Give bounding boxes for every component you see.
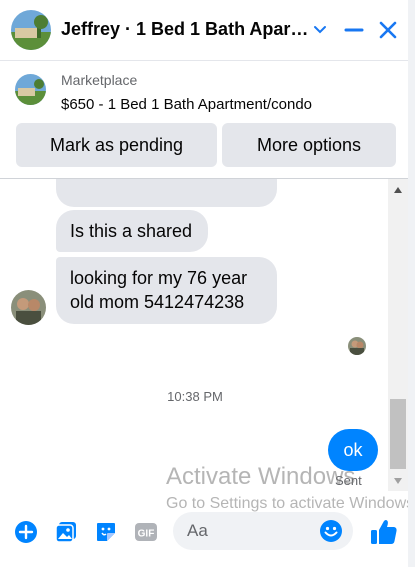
previous-message-bubble xyxy=(56,179,277,207)
mark-as-pending-button[interactable]: Mark as pending xyxy=(16,123,217,167)
chat-window: Jeffrey · 1 Bed 1 Bath Apart... Marketpl… xyxy=(0,0,415,567)
scroll-up-icon[interactable] xyxy=(388,183,408,197)
svg-text:GIF: GIF xyxy=(138,529,155,540)
window-edge xyxy=(408,0,415,567)
delivery-status: Sent xyxy=(335,473,362,488)
listing-title[interactable]: $650 - 1 Bed 1 Bath Apartment/condo xyxy=(61,96,312,113)
gif-icon[interactable]: GIF xyxy=(133,519,159,545)
emoji-icon[interactable] xyxy=(318,518,344,544)
incoming-message: Is this a shared xyxy=(56,210,208,252)
outgoing-message: ok xyxy=(328,429,378,471)
like-icon[interactable] xyxy=(369,517,399,547)
scroll-thumb[interactable] xyxy=(390,399,406,469)
more-options-button[interactable]: More options xyxy=(222,123,396,167)
plus-icon[interactable] xyxy=(13,519,39,545)
message-list: Is this a shared looking for my 76 year … xyxy=(0,179,415,507)
marketplace-listing: Marketplace $650 - 1 Bed 1 Bath Apartmen… xyxy=(0,60,415,179)
chat-header: Jeffrey · 1 Bed 1 Bath Apart... xyxy=(0,0,415,60)
message-timestamp: 10:38 PM xyxy=(167,389,223,404)
photo-icon[interactable] xyxy=(53,519,79,545)
conversation-title[interactable]: Jeffrey · 1 Bed 1 Bath Apart... xyxy=(61,19,309,40)
sticker-icon[interactable] xyxy=(93,519,119,545)
listing-source: Marketplace xyxy=(61,72,138,88)
chevron-down-icon[interactable] xyxy=(308,18,332,42)
seen-avatar xyxy=(348,337,366,355)
sender-avatar[interactable] xyxy=(11,290,46,325)
listing-thumbnail[interactable] xyxy=(15,74,46,105)
close-icon[interactable] xyxy=(376,18,400,42)
listing-photo-icon[interactable] xyxy=(11,10,51,50)
incoming-message: looking for my 76 year old mom 541247423… xyxy=(56,257,277,324)
scroll-down-icon[interactable] xyxy=(388,474,408,488)
minimize-icon[interactable] xyxy=(342,18,366,42)
scrollbar[interactable] xyxy=(388,179,408,491)
composer: GIF xyxy=(0,507,415,567)
